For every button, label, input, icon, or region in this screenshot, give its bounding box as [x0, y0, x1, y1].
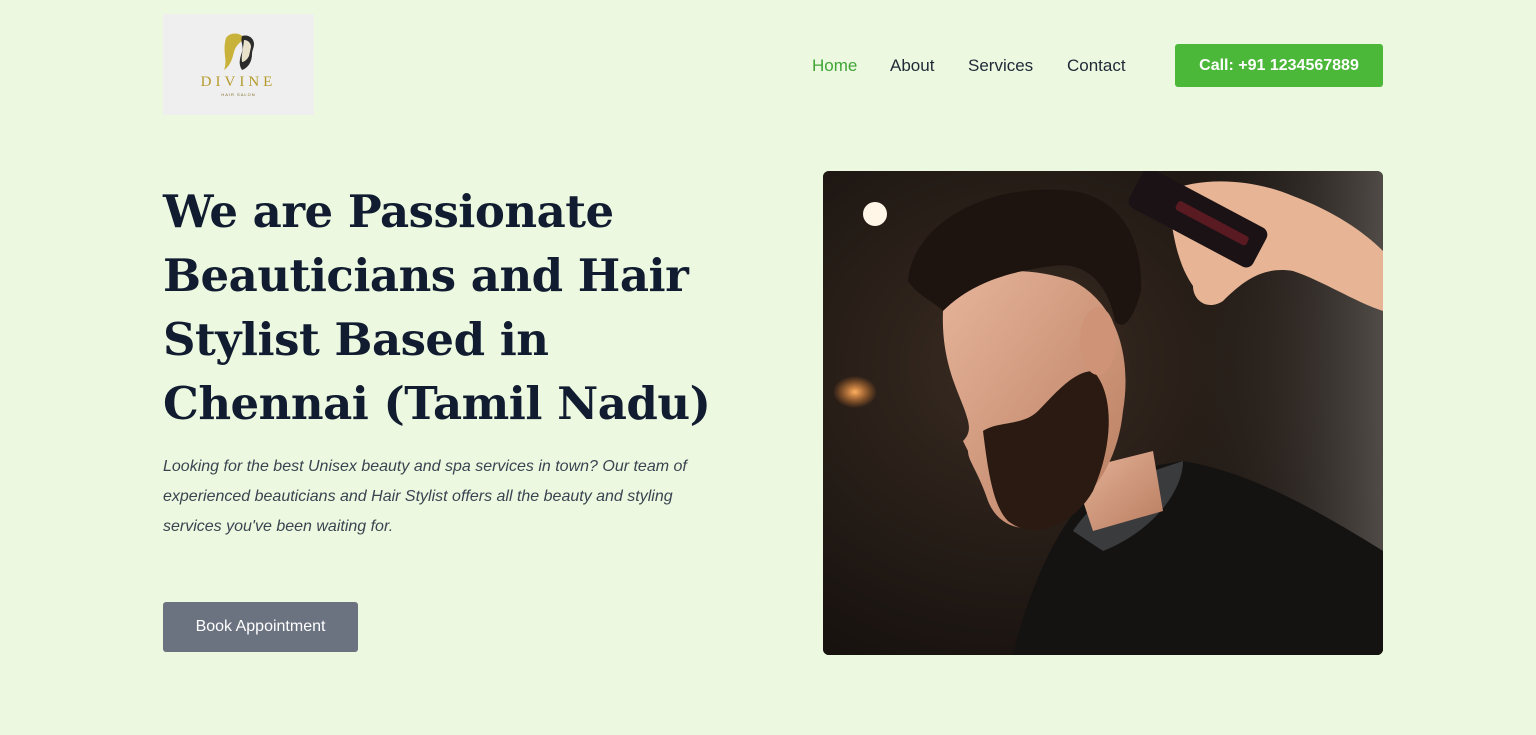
- haircut-photo-icon: [823, 171, 1383, 655]
- hero-image: [823, 171, 1383, 655]
- site-logo[interactable]: DIVINE HAIR SALON: [163, 14, 314, 115]
- nav-about[interactable]: About: [890, 56, 934, 76]
- logo-wordmark: DIVINE: [200, 74, 277, 90]
- nav-contact[interactable]: Contact: [1067, 56, 1126, 76]
- nav-services[interactable]: Services: [968, 56, 1033, 76]
- nav-home[interactable]: Home: [812, 56, 857, 76]
- barber-face-logo-icon: [223, 33, 254, 70]
- logo-subtitle: HAIR SALON: [221, 92, 256, 97]
- hero-description: Looking for the best Unisex beauty and s…: [163, 458, 687, 535]
- book-appointment-button[interactable]: Book Appointment: [163, 602, 358, 652]
- hero-title: We are Passionate Beauticians and Hair S…: [163, 185, 711, 430]
- call-button[interactable]: Call: +91 1234567889: [1175, 44, 1383, 87]
